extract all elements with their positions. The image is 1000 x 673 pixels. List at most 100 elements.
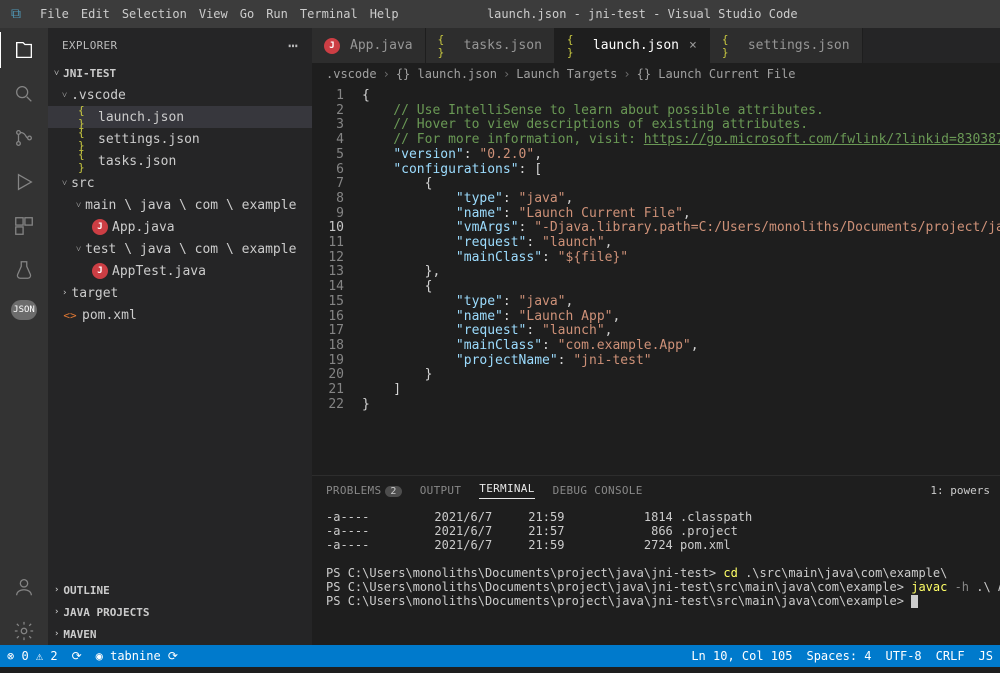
tree-item[interactable]: ˅main \ java \ com \ example: [48, 194, 312, 216]
window-title: launch.json - jni-test - Visual Studio C…: [405, 7, 880, 21]
editor-tab[interactable]: { } settings.json: [710, 28, 863, 63]
breadcrumbs[interactable]: .vscode›{} launch.json›Launch Targets›{}…: [312, 63, 1000, 85]
activity-bar: JSON: [0, 28, 48, 645]
menu-file[interactable]: File: [34, 7, 75, 21]
tree-label: App.java: [112, 220, 175, 235]
java-icon: J: [92, 219, 108, 235]
tree-label: launch.json: [98, 110, 184, 125]
editor-area: JApp.java{ }tasks.json{ }launch.json×{ }…: [312, 28, 1000, 645]
tab-label: settings.json: [748, 38, 850, 53]
status-item[interactable]: ⊗ 0 ⚠ 2: [0, 649, 65, 663]
menu-run[interactable]: Run: [260, 7, 294, 21]
tree-label: AppTest.java: [112, 264, 206, 279]
tree-label: settings.json: [98, 132, 200, 147]
json-badge-icon: JSON: [11, 300, 37, 320]
status-item[interactable]: UTF-8: [879, 649, 929, 663]
tree-label: .vscode: [71, 88, 126, 103]
tree-item[interactable]: ˅src: [48, 172, 312, 194]
terminal-line: -a---- 2021/6/7 21:57 866 .project: [326, 524, 986, 538]
editor-tab[interactable]: J App.java: [312, 28, 426, 63]
json-icon: { }: [722, 38, 738, 54]
vscode-icon: ⧉: [0, 6, 32, 22]
sidebar: EXPLORER ⋯ ˅JNI-TEST ˅.vscode { } launch.j…: [48, 28, 312, 645]
line-gutter: 12345678910111213141516171819202122: [312, 85, 362, 475]
code-editor[interactable]: 12345678910111213141516171819202122 { //…: [312, 85, 1000, 475]
tab-label: tasks.json: [464, 38, 542, 53]
panel-tab-debug-console[interactable]: DEBUG CONSOLE: [553, 484, 643, 497]
activity-extensions[interactable]: [10, 212, 38, 240]
status-item[interactable]: Ln 10, Col 105: [684, 649, 799, 663]
breadcrumb-item[interactable]: .vscode: [326, 67, 377, 81]
json-icon: { }: [78, 109, 94, 125]
tree-label: main \ java \ com \ example: [85, 198, 296, 213]
terminal-line: [326, 552, 986, 566]
tree-item[interactable]: J App.java: [48, 216, 312, 238]
terminal-output[interactable]: -a---- 2021/6/7 21:59 1814 .classpath-a-…: [312, 504, 1000, 645]
status-bar: ⊗ 0 ⚠ 2⟳◉ tabnine ⟳ Ln 10, Col 105Spaces…: [0, 645, 1000, 667]
tree-label: test \ java \ com \ example: [85, 242, 296, 257]
menu-go[interactable]: Go: [234, 7, 260, 21]
project-root[interactable]: ˅JNI-TEST: [48, 62, 312, 84]
project-name: JNI-TEST: [63, 67, 116, 80]
tab-label: launch.json: [593, 38, 679, 53]
tree-item[interactable]: ›target: [48, 282, 312, 304]
tab-label: App.java: [350, 38, 413, 53]
activity-search[interactable]: [10, 80, 38, 108]
menu-view[interactable]: View: [193, 7, 234, 21]
tree-item[interactable]: <> pom.xml: [48, 304, 312, 326]
status-item[interactable]: Spaces: 4: [799, 649, 878, 663]
status-item[interactable]: JS: [972, 649, 1000, 663]
status-item[interactable]: ◉ tabnine ⟳: [89, 649, 185, 663]
breadcrumb-item[interactable]: {} Launch Current File: [637, 67, 796, 81]
terminal-line: PS C:\Users\monoliths\Documents\project\…: [326, 594, 986, 608]
tree-item[interactable]: { } tasks.json: [48, 150, 312, 172]
tree-item[interactable]: ˅.vscode: [48, 84, 312, 106]
terminal-line: PS C:\Users\monoliths\Documents\project\…: [326, 566, 986, 580]
editor-tab[interactable]: { } launch.json ×: [555, 28, 710, 63]
close-icon[interactable]: ×: [689, 38, 697, 53]
editor-tab[interactable]: { }tasks.json: [426, 28, 555, 63]
java-icon: J: [92, 263, 108, 279]
status-item[interactable]: CRLF: [929, 649, 972, 663]
menu-help[interactable]: Help: [364, 7, 405, 21]
activity-debug[interactable]: [10, 168, 38, 196]
terminal-line: PS C:\Users\monoliths\Documents\project\…: [326, 580, 986, 594]
menu-terminal[interactable]: Terminal: [294, 7, 364, 21]
panel-tab-terminal[interactable]: TERMINAL: [479, 482, 534, 499]
activity-test[interactable]: [10, 256, 38, 284]
terminal-selector[interactable]: 1: powers: [930, 484, 990, 497]
sidebar-section[interactable]: › JAVA PROJECTS: [48, 601, 312, 623]
json-icon: { }: [78, 153, 94, 169]
editor-tabs: JApp.java{ }tasks.json{ }launch.json×{ }…: [312, 28, 1000, 63]
sidebar-more-icon[interactable]: ⋯: [288, 36, 298, 55]
tree-item[interactable]: { } settings.json: [48, 128, 312, 150]
tree-label: src: [71, 176, 94, 191]
terminal-line: -a---- 2021/6/7 21:59 2724 pom.xml: [326, 538, 986, 552]
tree-item[interactable]: ˅test \ java \ com \ example: [48, 238, 312, 260]
activity-account[interactable]: [10, 573, 38, 601]
breadcrumb-item[interactable]: {} launch.json: [396, 67, 497, 81]
tree-item[interactable]: J AppTest.java: [48, 260, 312, 282]
java-icon: J: [324, 38, 340, 54]
tree-item[interactable]: { } launch.json: [48, 106, 312, 128]
terminal-line: -a---- 2021/6/7 21:59 1814 .classpath: [326, 510, 986, 524]
json-icon: { }: [78, 131, 94, 147]
menu-edit[interactable]: Edit: [75, 7, 116, 21]
sidebar-section[interactable]: › OUTLINE: [48, 579, 312, 601]
activity-settings[interactable]: [10, 617, 38, 645]
status-item[interactable]: ⟳: [65, 649, 89, 663]
xml-icon: <>: [62, 307, 78, 323]
bottom-panel: PROBLEMS2 OUTPUT TERMINAL DEBUG CONSOLE 1: p…: [312, 475, 1000, 645]
menu-selection[interactable]: Selection: [116, 7, 193, 21]
sidebar-title: EXPLORER: [62, 39, 117, 52]
panel-tab-problems[interactable]: PROBLEMS2: [326, 484, 402, 497]
json-icon: { }: [567, 38, 583, 54]
title-bar: ⧉ FileEditSelectionViewGoRunTerminalHelp…: [0, 0, 1000, 28]
breadcrumb-item[interactable]: Launch Targets: [516, 67, 617, 81]
panel-tab-output[interactable]: OUTPUT: [420, 484, 462, 497]
tree-label: tasks.json: [98, 154, 176, 169]
tree-label: pom.xml: [82, 308, 137, 323]
activity-scm[interactable]: [10, 124, 38, 152]
activity-explorer[interactable]: [10, 36, 38, 64]
sidebar-section[interactable]: › MAVEN: [48, 623, 312, 645]
